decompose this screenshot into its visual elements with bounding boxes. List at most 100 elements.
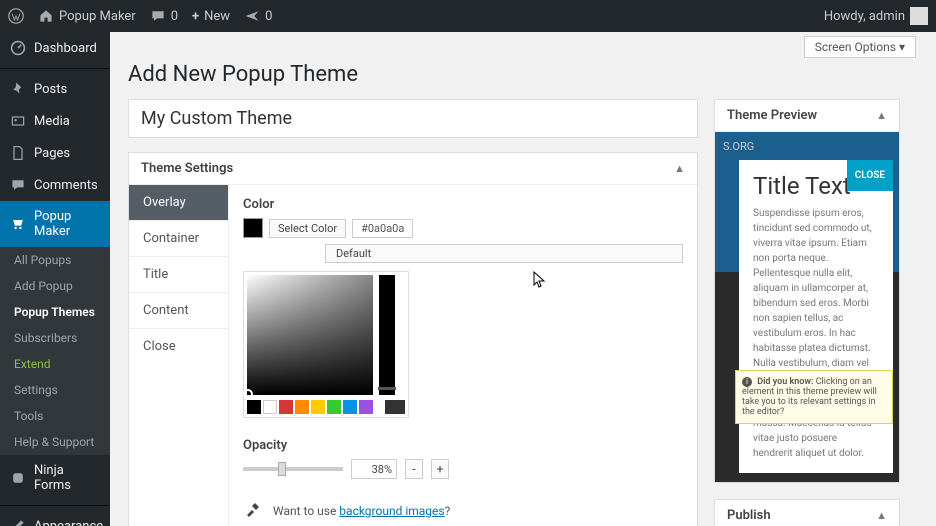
airplane-mode[interactable]: 0 (244, 8, 272, 24)
color-hex-output[interactable]: #0a0a0a (352, 219, 413, 238)
page-icon (10, 145, 26, 161)
preview-heading-label: Theme Preview (727, 108, 817, 123)
preset-white[interactable] (263, 400, 277, 414)
publish-heading-label: Publish (727, 508, 771, 523)
site-name-label: Popup Maker (59, 9, 136, 24)
opacity-increment[interactable]: + (431, 459, 449, 479)
preset-custom[interactable] (385, 400, 405, 414)
picker-handle[interactable] (243, 389, 253, 399)
media-icon (10, 113, 26, 129)
comment-icon (150, 8, 166, 24)
theme-settings-heading[interactable]: Theme Settings ▲ (129, 153, 697, 185)
bgimg-suffix: ? (445, 504, 451, 518)
home-icon (38, 8, 54, 24)
preset-blue[interactable] (343, 400, 357, 414)
settings-tabs: Overlay Container Title Content Close (129, 185, 229, 526)
admin-sidebar: Dashboard Posts Media Pages Comments Pop… (0, 32, 110, 526)
sidebar-pages-label: Pages (34, 146, 70, 161)
saturation-value-area[interactable] (247, 275, 373, 395)
sidebar-ninja-forms[interactable]: Ninja Forms (0, 455, 110, 501)
screen-options-button[interactable]: Screen Options ▾ (804, 36, 916, 58)
caret-up-icon: ▲ (674, 162, 685, 175)
hue-bar[interactable] (379, 275, 395, 395)
opacity-label: Opacity (243, 438, 683, 453)
site-name-link[interactable]: Popup Maker (38, 8, 136, 24)
pin-icon (10, 81, 26, 97)
color-default-button[interactable]: Default (325, 244, 683, 263)
sidebar-dashboard[interactable]: Dashboard (0, 32, 110, 64)
preview-tip-label: Did you know: (757, 377, 813, 387)
preset-yellow[interactable] (311, 400, 325, 414)
info-icon: i (742, 377, 752, 387)
comments-link[interactable]: 0 (150, 8, 178, 24)
tab-overlay[interactable]: Overlay (129, 185, 228, 221)
sidebar-pages[interactable]: Pages (0, 137, 110, 169)
wp-logo-menu[interactable] (8, 8, 24, 24)
sidebar-comments[interactable]: Comments (0, 169, 110, 201)
hue-indicator[interactable] (378, 387, 396, 390)
theme-settings-heading-label: Theme Settings (141, 161, 233, 176)
preset-red[interactable] (279, 400, 293, 414)
slider-thumb[interactable] (278, 462, 286, 476)
new-link[interactable]: + New (192, 9, 230, 24)
sidebar-posts[interactable]: Posts (0, 73, 110, 105)
sidebar-ninja-label: Ninja Forms (34, 463, 100, 493)
preview-tip: i Did you know: Clicking on an element i… (735, 370, 893, 424)
preview-close-button[interactable]: CLOSE (847, 160, 893, 191)
preset-green[interactable] (327, 400, 341, 414)
opacity-slider[interactable] (243, 467, 343, 471)
sidebar-sub-help[interactable]: Help & Support (0, 429, 110, 455)
tab-container[interactable]: Container (129, 221, 228, 257)
preview-site-hint: S.ORG (723, 140, 891, 153)
caret-up-icon: ▲ (876, 509, 887, 522)
new-label: New (204, 9, 230, 24)
color-picker (243, 271, 409, 418)
sidebar-sub-subscribers[interactable]: Subscribers (0, 325, 110, 351)
color-swatch (243, 218, 263, 238)
preview-heading[interactable]: Theme Preview ▲ (715, 100, 899, 132)
comment-icon (10, 177, 26, 193)
opacity-decrement[interactable]: - (405, 459, 423, 479)
ninja-icon (10, 470, 26, 486)
sidebar-popup-maker[interactable]: Popup Maker (0, 201, 110, 247)
my-account-link[interactable]: Howdy, admin (824, 7, 928, 25)
brush-icon (10, 518, 26, 526)
sidebar-comments-label: Comments (34, 178, 98, 193)
avatar (910, 7, 928, 25)
comments-count: 0 (171, 9, 178, 24)
page-title: Add New Popup Theme (128, 62, 916, 87)
sidebar-sub-add-popup[interactable]: Add Popup (0, 273, 110, 299)
sidebar-appearance[interactable]: Appearance (0, 510, 110, 526)
airplane-count: 0 (265, 9, 272, 24)
color-presets (247, 400, 405, 414)
opacity-value[interactable]: 38% (351, 459, 397, 479)
sidebar-sub-all-popups[interactable]: All Popups (0, 247, 110, 273)
preset-black[interactable] (247, 400, 261, 414)
preset-orange[interactable] (295, 400, 309, 414)
tab-close[interactable]: Close (129, 329, 228, 364)
select-color-button[interactable]: Select Color (269, 219, 346, 238)
publish-heading[interactable]: Publish ▲ (715, 500, 899, 526)
preview-popup[interactable]: CLOSE Title Text Suspendisse ipsum eros,… (739, 160, 893, 473)
bgimg-hint: Want to use background images? (273, 504, 450, 518)
bgimg-link[interactable]: background images (339, 504, 444, 518)
preset-purple[interactable] (359, 400, 373, 414)
theme-name-input[interactable]: My Custom Theme (128, 99, 698, 138)
tools-icon (243, 499, 263, 522)
tab-content[interactable]: Content (129, 293, 228, 329)
sidebar-sub-tools[interactable]: Tools (0, 403, 110, 429)
sidebar-appearance-label: Appearance (34, 519, 103, 526)
sidebar-media[interactable]: Media (0, 105, 110, 137)
sidebar-sub-popup-themes[interactable]: Popup Themes (0, 299, 110, 325)
tab-title[interactable]: Title (129, 257, 228, 293)
work-area: Screen Options ▾ Add New Popup Theme My … (110, 32, 936, 526)
sidebar-sub-settings[interactable]: Settings (0, 377, 110, 403)
preview-canvas: S.ORG CLOSE Title Text Suspendisse ipsum… (715, 132, 899, 482)
sidebar-sub-extend[interactable]: Extend (0, 351, 110, 377)
dashboard-icon (10, 40, 26, 56)
bgimg-prefix: Want to use (273, 504, 339, 518)
wordpress-icon (8, 8, 24, 24)
sidebar-popup-maker-label: Popup Maker (34, 209, 100, 239)
color-label: Color (243, 197, 683, 212)
theme-settings-box: Theme Settings ▲ Overlay Container Title… (128, 152, 698, 526)
